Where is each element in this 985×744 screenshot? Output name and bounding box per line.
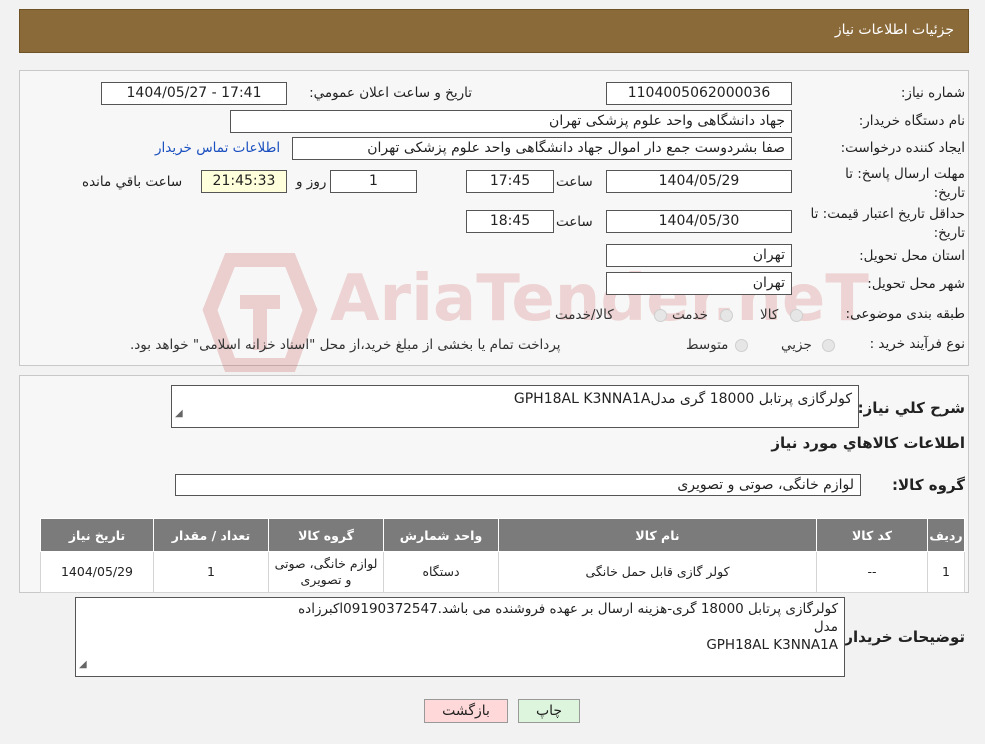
- buyer-contact-link[interactable]: اطلاعات تماس خريدار: [155, 140, 280, 156]
- summary-textarea[interactable]: کولرگازی پرتابل 18000 گری مدلGPH18AL K3N…: [171, 385, 859, 428]
- buyer-org-field[interactable]: جهاد دانشگاهی واحد علوم پزشکی تهران: [230, 110, 792, 133]
- days-label: روز و: [296, 174, 327, 190]
- reply-date-field[interactable]: 1404/05/29: [606, 170, 792, 193]
- col-header-need-date: تاريخ نياز: [40, 518, 154, 552]
- col-header-row-number: رديف: [927, 518, 965, 552]
- process-note: پرداخت تمام یا بخشی از مبلغ خرید،از محل …: [130, 337, 561, 353]
- resize-grip-icon[interactable]: ◢: [175, 403, 183, 425]
- col-header-quantity: تعداد / مقدار: [153, 518, 269, 552]
- table-row: 1 -- کولر گازی قابل حمل خانگی دستگاه لوا…: [40, 551, 965, 593]
- category-radio-goods[interactable]: [790, 309, 803, 322]
- print-button[interactable]: چاپ: [518, 699, 580, 723]
- city-label: شهر محل تحويل:: [867, 276, 965, 292]
- price-time-label: ساعت: [556, 214, 593, 230]
- process-type-label: نوع فرآيند خريد :: [869, 336, 965, 352]
- goods-info-title: اطلاعات کالاهاي مورد نياز: [771, 434, 965, 452]
- creator-field[interactable]: صفا بشردوست جمع دار اموال جهاد دانشگاهی …: [292, 137, 792, 160]
- price-date-field[interactable]: 1404/05/30: [606, 210, 792, 233]
- remaining-label: ساعت باقي مانده: [82, 174, 183, 190]
- buyer-notes-label: توضيحات خريدار:: [838, 628, 965, 646]
- col-header-unit: واحد شمارش: [383, 518, 499, 552]
- table-header-row: رديف کد کالا نام کالا واحد شمارش گروه کا…: [40, 518, 965, 552]
- reply-time-field[interactable]: 17:45: [466, 170, 554, 193]
- city-field[interactable]: تهران: [606, 272, 792, 295]
- province-field[interactable]: تهران: [606, 244, 792, 267]
- category-option-goods: کالا: [760, 307, 779, 323]
- category-radio-service[interactable]: [720, 309, 733, 322]
- announce-field[interactable]: 1404/05/27 - 17:41: [101, 82, 287, 105]
- process-option-minor: جزيي: [781, 337, 812, 353]
- buyer-notes-line-3: GPH18AL K3NNA1A: [706, 637, 838, 653]
- need-number-label: شماره نیاز:: [900, 85, 965, 101]
- summary-label: شرح کلي نياز:: [857, 399, 965, 417]
- process-radio-medium[interactable]: [735, 339, 748, 352]
- summary-text: کولرگازی پرتابل 18000 گری مدلGPH18AL K3N…: [513, 391, 852, 407]
- buyer-notes-line-2: مدل: [813, 619, 838, 635]
- buyer-notes-textarea[interactable]: کولرگازی پرتابل 18000 گری-هزینه ارسال بر…: [75, 597, 845, 677]
- cell-quantity: 1: [153, 551, 269, 593]
- announce-label: تاریخ و ساعت اعلان عمومي:: [309, 85, 472, 101]
- price-validity-label: حداقل تاريخ اعتبار قيمت: تا تاريخ:: [810, 206, 965, 241]
- province-label: استان محل تحويل:: [859, 248, 965, 264]
- page-title: جزئیات اطلاعات نیاز: [834, 22, 954, 38]
- goods-group-label: گروه کالا:: [892, 476, 965, 494]
- col-header-code: کد کالا: [816, 518, 928, 552]
- cell-code: --: [816, 551, 928, 593]
- cell-unit: دستگاه: [383, 551, 499, 593]
- cell-group: لوازم خانگی، صوتی و تصویری: [268, 551, 384, 593]
- creator-label: ايجاد کننده درخواست:: [840, 140, 965, 156]
- process-option-medium: متوسط: [686, 337, 729, 353]
- need-number-field[interactable]: 1104005062000036: [606, 82, 792, 105]
- category-option-service: خدمت: [672, 307, 708, 323]
- process-radio-minor[interactable]: [822, 339, 835, 352]
- reply-deadline-label: مهلت ارسال پاسخ: تا تاريخ:: [845, 166, 965, 201]
- buyer-notes-line-1: کولرگازی پرتابل 18000 گری-هزینه ارسال بر…: [298, 601, 838, 617]
- resize-grip-icon[interactable]: ◢: [79, 656, 87, 674]
- remaining-time-field: 21:45:33: [201, 170, 287, 193]
- reply-time-label: ساعت: [556, 174, 593, 190]
- category-label: طبقه بندی موضوعی:: [845, 306, 965, 322]
- goods-group-field[interactable]: لوازم خانگی، صوتی و تصویری: [175, 474, 861, 496]
- col-header-group: گروه کالا: [268, 518, 384, 552]
- buyer-org-label: نام دستگاه خريدار:: [858, 113, 965, 129]
- page-header: جزئیات اطلاعات نیاز: [19, 9, 969, 53]
- days-field[interactable]: 1: [330, 170, 417, 193]
- cell-need-date: 1404/05/29: [40, 551, 154, 593]
- category-radio-goods-service[interactable]: [654, 309, 667, 322]
- price-time-field[interactable]: 18:45: [466, 210, 554, 233]
- back-button[interactable]: بازگشت: [424, 699, 508, 723]
- col-header-name: نام کالا: [498, 518, 817, 552]
- cell-name: کولر گازی قابل حمل خانگی: [498, 551, 817, 593]
- cell-row-number: 1: [927, 551, 965, 593]
- category-option-goods-service: کالا/خدمت: [555, 307, 614, 323]
- goods-table: رديف کد کالا نام کالا واحد شمارش گروه کا…: [40, 518, 965, 593]
